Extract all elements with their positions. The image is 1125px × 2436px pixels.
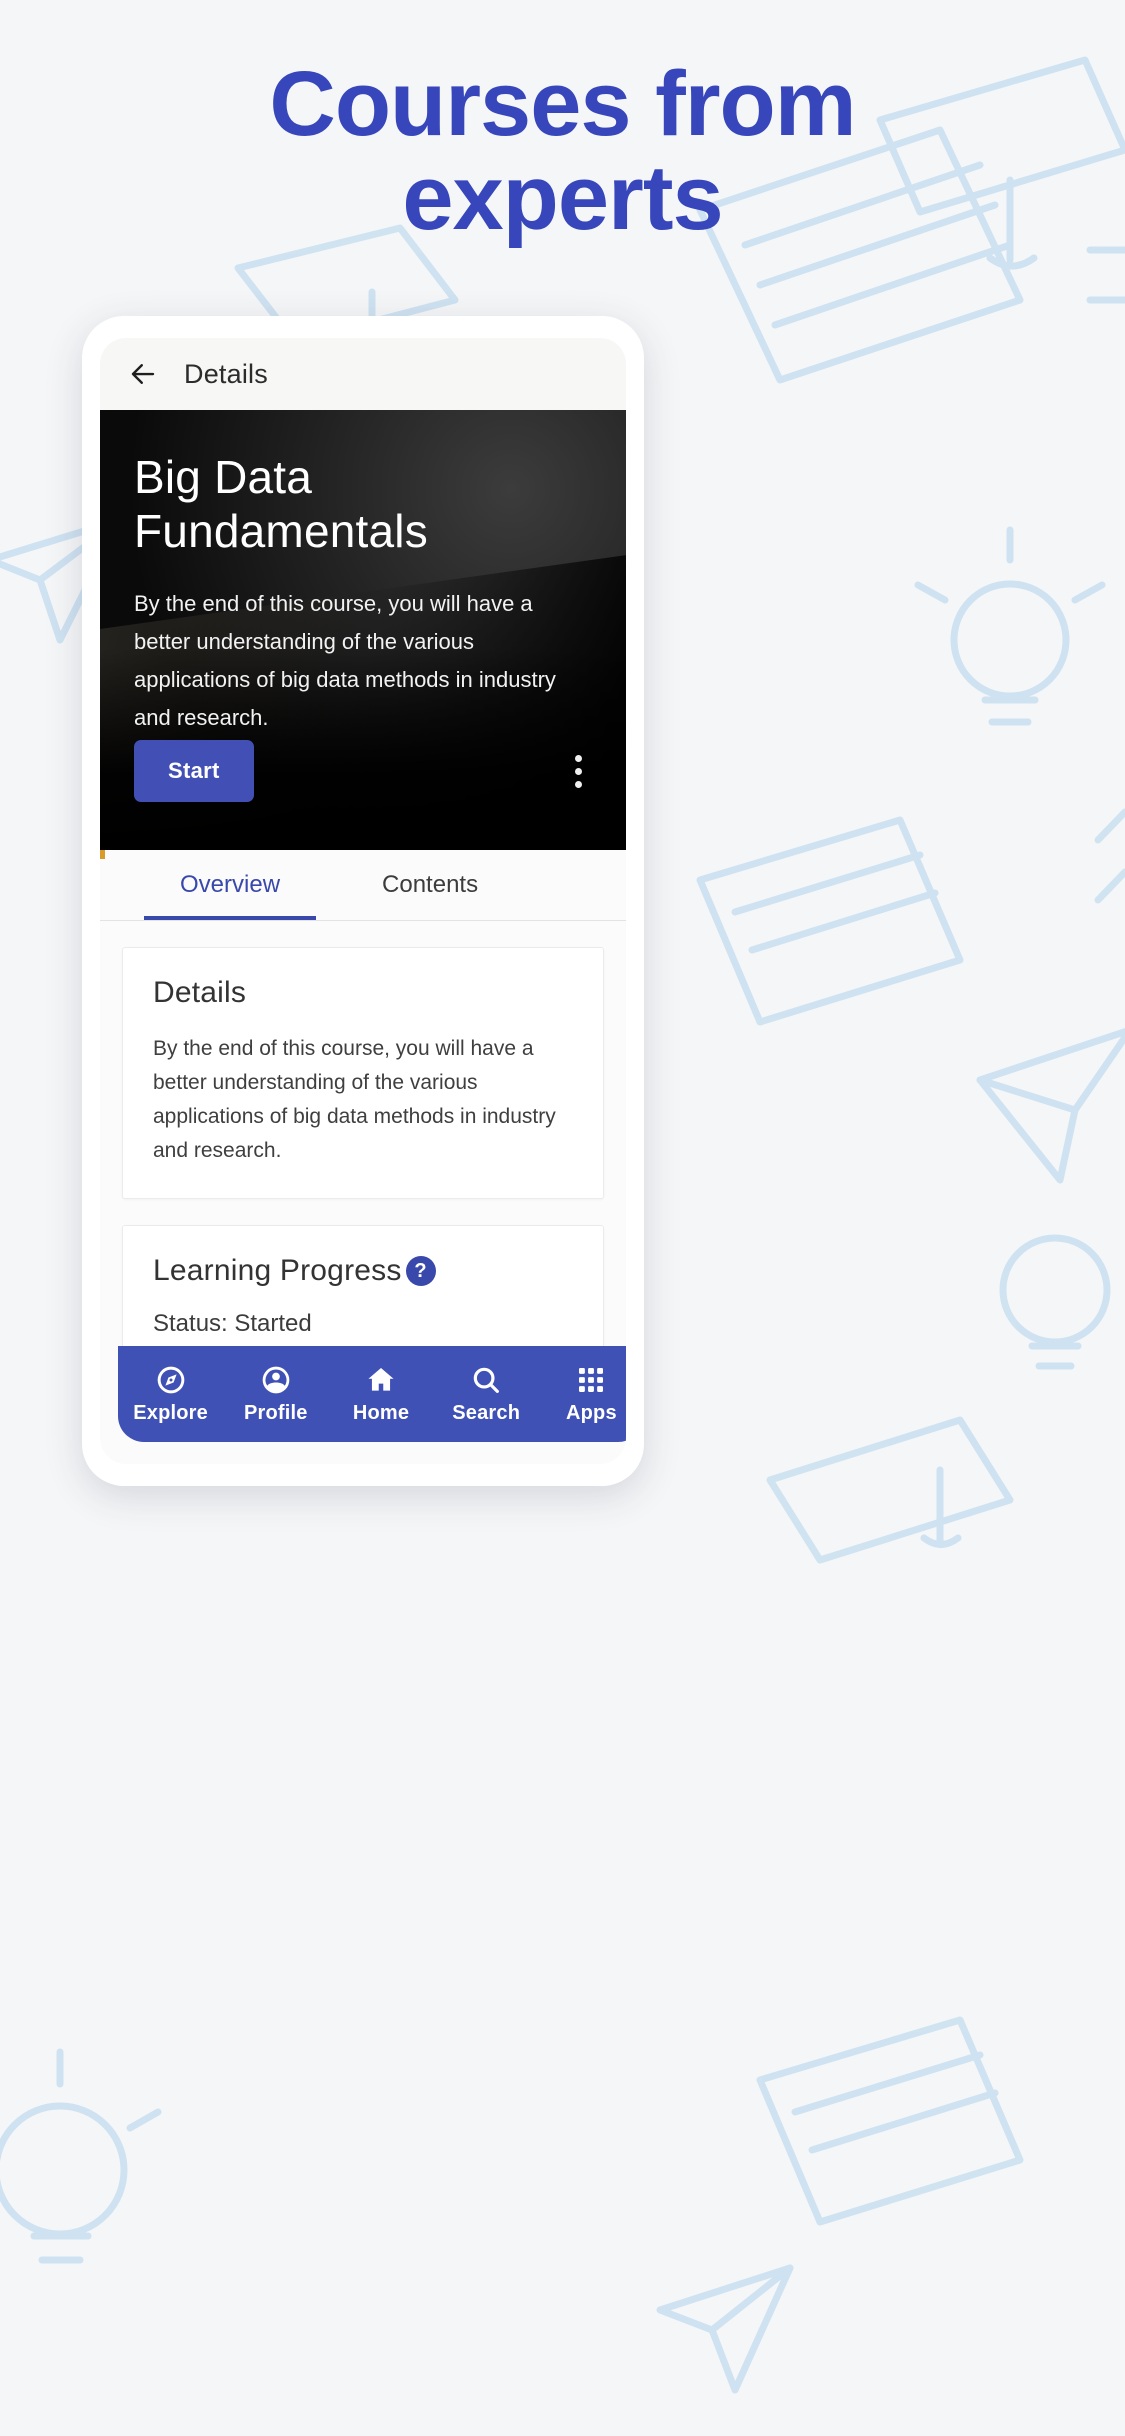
- app-bar-title: Details: [184, 358, 268, 389]
- details-card: Details By the end of this course, you w…: [122, 947, 604, 1200]
- course-hero-banner: Big Data Fundamentals By the end of this…: [100, 410, 626, 850]
- home-icon: [365, 1364, 397, 1396]
- start-button[interactable]: Start: [134, 740, 254, 802]
- nav-item-profile[interactable]: Profile: [223, 1364, 328, 1425]
- phone-screen: Details Big Data Fundamentals By the end…: [100, 338, 626, 1464]
- course-hero-description: By the end of this course, you will have…: [134, 590, 556, 731]
- nav-label-apps: Apps: [566, 1401, 617, 1424]
- nav-label-explore: Explore: [133, 1401, 208, 1424]
- promo-headline-line-1: Courses from: [269, 53, 856, 155]
- promo-page: Courses from experts Details Big Data Fu…: [0, 0, 1125, 2436]
- more-vertical-icon[interactable]: [561, 745, 596, 798]
- nav-item-search[interactable]: Search: [434, 1364, 539, 1425]
- details-card-body: By the end of this course, you will have…: [153, 1037, 556, 1163]
- help-circle-icon[interactable]: ?: [405, 1256, 436, 1287]
- nav-item-explore[interactable]: Explore: [118, 1364, 223, 1425]
- course-title: Big Data Fundamentals: [134, 451, 428, 558]
- nav-item-home[interactable]: Home: [328, 1364, 433, 1425]
- learning-progress-heading: Learning Progress ?: [153, 1254, 573, 1288]
- nav-label-search: Search: [452, 1401, 521, 1424]
- promo-headline: Courses from experts: [0, 53, 1125, 249]
- learning-progress-label: Learning Progress: [153, 1254, 402, 1288]
- nav-label-home: Home: [352, 1401, 410, 1424]
- phone-mockup: Details Big Data Fundamentals By the end…: [82, 316, 644, 1486]
- app-bar: Details: [100, 338, 626, 410]
- nav-label-profile: Profile: [243, 1401, 308, 1424]
- apps-grid-icon: [575, 1364, 607, 1396]
- search-icon: [470, 1364, 502, 1396]
- details-card-heading: Details: [153, 976, 247, 1009]
- promo-headline-line-2: experts: [402, 146, 723, 249]
- arrow-left-icon[interactable]: [126, 357, 160, 391]
- bottom-navigation-bar: Explore Profile Home Search Apps: [118, 1346, 626, 1442]
- nav-item-apps[interactable]: Apps: [539, 1364, 626, 1425]
- course-tabs: Overview Contents: [100, 850, 626, 921]
- tab-overview[interactable]: Overview: [136, 850, 324, 920]
- person-circle-icon: [260, 1364, 292, 1396]
- compass-icon: [155, 1364, 187, 1396]
- tab-contents[interactable]: Contents: [338, 850, 522, 920]
